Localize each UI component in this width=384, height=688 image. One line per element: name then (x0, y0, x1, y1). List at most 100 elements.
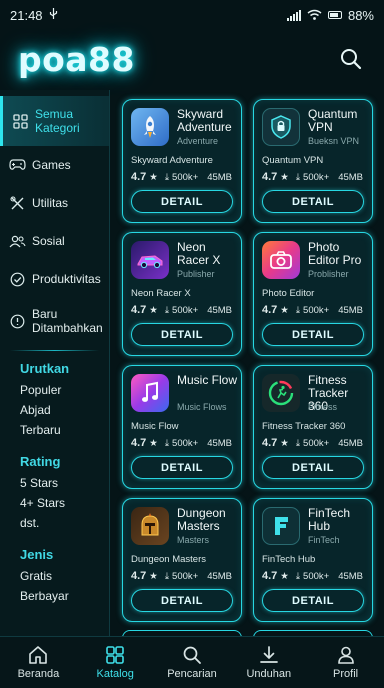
app-meta: 4.7 ★ ⤓ 500k+ 45MB (131, 171, 232, 183)
runner-icon (262, 374, 300, 412)
rating-option-5-stars[interactable]: 5 Stars (0, 473, 109, 493)
app-card[interactable]: Music Flow Music Flows Music Flow 4.7 ★ ⤓… (122, 365, 242, 489)
app-card[interactable]: Photo Editor Pro Problisher Photo Editor… (253, 232, 373, 356)
app-header: poa88 (0, 30, 384, 88)
app-rating: 4.7 (131, 304, 147, 316)
app-card[interactable]: Dungeon Masters Masters Dungeon Masters … (122, 498, 242, 622)
app-title: Quantum VPN (308, 107, 358, 134)
sidebar-item-semua-kategori[interactable]: Semua Kategori (0, 96, 109, 146)
app-card[interactable]: Quantum VPN Bueksn VPN Quantum VPN 4.7 ★ … (253, 99, 373, 223)
sidebar-item-label: Produktivitas (32, 272, 101, 286)
detail-button[interactable]: DETAIL (262, 589, 364, 612)
rating-option-more[interactable]: dst. (0, 513, 109, 533)
type-option-berbayar[interactable]: Berbayar (0, 586, 109, 606)
app-card[interactable]: Fitness Tracker 360 Fitness Fitness Trac… (253, 365, 373, 489)
app-card[interactable]: Neon Racer X Publisher Neon Racer X 4.7 ★… (122, 232, 242, 356)
app-subtitle: Masters (177, 535, 210, 545)
sidebar-item-sosial[interactable]: Sosial (0, 222, 109, 260)
app-downloads: 500k+ (303, 304, 330, 316)
app-rating: 4.7 (262, 570, 278, 582)
sort-option-abjad[interactable]: Abjad (0, 400, 109, 420)
app-rating: 4.7 (262, 171, 278, 183)
catalog-icon (106, 646, 124, 664)
app-meta: 4.7 ★ ⤓ 500k+ 45MB (262, 437, 363, 449)
nav-label: Beranda (17, 668, 60, 680)
profile-icon (337, 646, 354, 664)
battery-icon (327, 11, 342, 19)
download-icon: ⤓ (295, 437, 301, 449)
signal-icon (286, 9, 301, 21)
app-subtitle: Fitness (308, 402, 338, 412)
nav-katalog[interactable]: Katalog (77, 637, 154, 688)
nav-label: Katalog (96, 668, 134, 680)
app-rating: 4.7 (262, 304, 278, 316)
app-rating: 4.7 (262, 437, 278, 449)
app-size: 45MB (338, 304, 364, 316)
letter-f-icon (262, 507, 300, 545)
bottom-navigation: Beranda Katalog Pencarian Unduhan Profil (0, 636, 384, 688)
download-icon: ⤓ (295, 171, 301, 183)
sort-option-terbaru[interactable]: Terbaru (0, 420, 109, 440)
detail-button[interactable]: DETAIL (131, 190, 233, 213)
sidebar-item-games[interactable]: Games (0, 146, 109, 184)
sidebar-item-label: Semua Kategori (35, 107, 80, 135)
sidebar-item-produktivitas[interactable]: Produktivitas (0, 260, 109, 298)
app-size: 45MB (338, 437, 364, 449)
tools-icon (8, 194, 26, 212)
app-name: Music Flow (131, 421, 179, 432)
nav-beranda[interactable]: Beranda (0, 637, 77, 688)
app-size: 45MB (207, 570, 233, 582)
download-icon (259, 646, 278, 663)
detail-button[interactable]: DETAIL (262, 456, 364, 479)
app-subtitle: Publisher (177, 269, 215, 279)
rating-option-4-plus-stars[interactable]: 4+ Stars (0, 493, 109, 513)
star-icon: ★ (280, 171, 289, 183)
music-note-icon (131, 374, 169, 412)
sort-section-title: Urutkan (20, 361, 70, 376)
app-subtitle: Problisher (308, 269, 349, 279)
search-icon (183, 646, 201, 664)
nav-profil[interactable]: Profil (307, 637, 384, 688)
detail-button[interactable]: DETAIL (131, 589, 233, 612)
search-button[interactable] (336, 44, 366, 74)
app-name: Neon Racer X (131, 288, 191, 299)
sidebar-item-utilitas[interactable]: Utilitas (0, 184, 109, 222)
download-icon: ⤓ (164, 304, 170, 316)
detail-button[interactable]: DETAIL (262, 190, 364, 213)
sort-option-populer[interactable]: Populer (0, 380, 109, 400)
nav-label: Pencarian (167, 668, 217, 680)
app-grid: Skyward Adventure Adventure Skyward Adve… (110, 90, 384, 636)
app-name: Skyward Adventure (131, 155, 213, 166)
sidebar-item-baru-ditambahkan[interactable]: Baru Ditambahkan (0, 298, 109, 344)
sidebar-divider (10, 350, 99, 351)
detail-button[interactable]: DETAIL (262, 323, 364, 346)
app-meta: 4.7 ★ ⤓ 500k+ 45MB (131, 304, 232, 316)
status-time: 21:48 (10, 7, 43, 23)
new-badge-icon (8, 312, 26, 330)
race-car-icon (131, 241, 169, 279)
star-icon: ★ (280, 304, 289, 316)
nav-pencarian[interactable]: Pencarian (154, 637, 231, 688)
app-card[interactable]: Skyward Adventure Adventure Skyward Adve… (122, 99, 242, 223)
detail-button[interactable]: DETAIL (131, 456, 233, 479)
app-meta: 4.7 ★ ⤓ 500k+ 45MB (262, 304, 363, 316)
star-icon: ★ (149, 171, 158, 183)
detail-button[interactable]: DETAIL (131, 323, 233, 346)
download-icon: ⤓ (164, 437, 170, 449)
app-downloads: 500k+ (303, 437, 330, 449)
download-icon: ⤓ (164, 171, 170, 183)
app-downloads: 500k+ (303, 570, 330, 582)
grid-icon (11, 112, 29, 130)
nav-unduhan[interactable]: Unduhan (230, 637, 307, 688)
app-downloads: 500k+ (172, 437, 199, 449)
app-rating: 4.7 (131, 437, 147, 449)
download-icon: ⤓ (164, 570, 170, 582)
app-name: Fitness Tracker 360 (262, 421, 346, 432)
category-sidebar: Semua Kategori Games Utilitas Sosial Pro… (0, 90, 110, 636)
app-subtitle: Music Flows (177, 402, 227, 412)
type-option-gratis[interactable]: Gratis (0, 566, 109, 586)
sidebar-item-label: Games (32, 158, 71, 172)
app-title: Photo Editor Pro (308, 240, 362, 267)
app-card[interactable]: FinTech Hub FinTech FinTech Hub 4.7 ★ ⤓ 50… (253, 498, 373, 622)
app-downloads: 500k+ (172, 171, 199, 183)
